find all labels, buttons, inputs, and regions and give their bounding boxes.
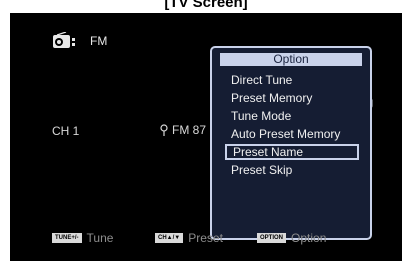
tune-key: TUNE+/-: [52, 233, 82, 243]
option-menu: Option Direct Tune Preset Memory Tune Mo…: [210, 46, 372, 240]
menu-item-preset-skip[interactable]: Preset Skip: [225, 162, 359, 178]
option-menu-title: Option: [220, 53, 362, 66]
channel-label: CH 1: [52, 124, 80, 138]
screen-caption: [TV Screen]: [164, 0, 248, 11]
menu-item-auto-preset-memory[interactable]: Auto Preset Memory: [225, 126, 359, 142]
hint-preset-label: Preset: [188, 231, 223, 245]
station-frequency: FM 87: [172, 123, 207, 137]
tv-screen: FM CH 1 FM 87 ng Option Direct Tune Pres…: [10, 13, 402, 261]
channel-key: CH▲/▼: [155, 233, 184, 243]
menu-item-tune-mode[interactable]: Tune Mode: [225, 108, 359, 124]
menu-item-preset-memory[interactable]: Preset Memory: [225, 90, 359, 106]
hint-tune: TUNE+/- Tune: [52, 231, 113, 245]
hint-option: OPTION Option: [257, 231, 326, 245]
menu-item-direct-tune[interactable]: Direct Tune: [225, 72, 359, 88]
hint-preset: CH▲/▼ Preset: [155, 231, 223, 245]
hint-tune-label: Tune: [86, 231, 114, 245]
source-label: FM: [90, 34, 108, 48]
hint-option-label: Option: [291, 231, 327, 245]
station-info: FM 87: [159, 123, 206, 137]
antenna-icon: [160, 124, 168, 136]
radio-icon: [53, 32, 75, 48]
option-key: OPTION: [257, 233, 287, 243]
menu-item-preset-name[interactable]: Preset Name: [225, 144, 359, 160]
